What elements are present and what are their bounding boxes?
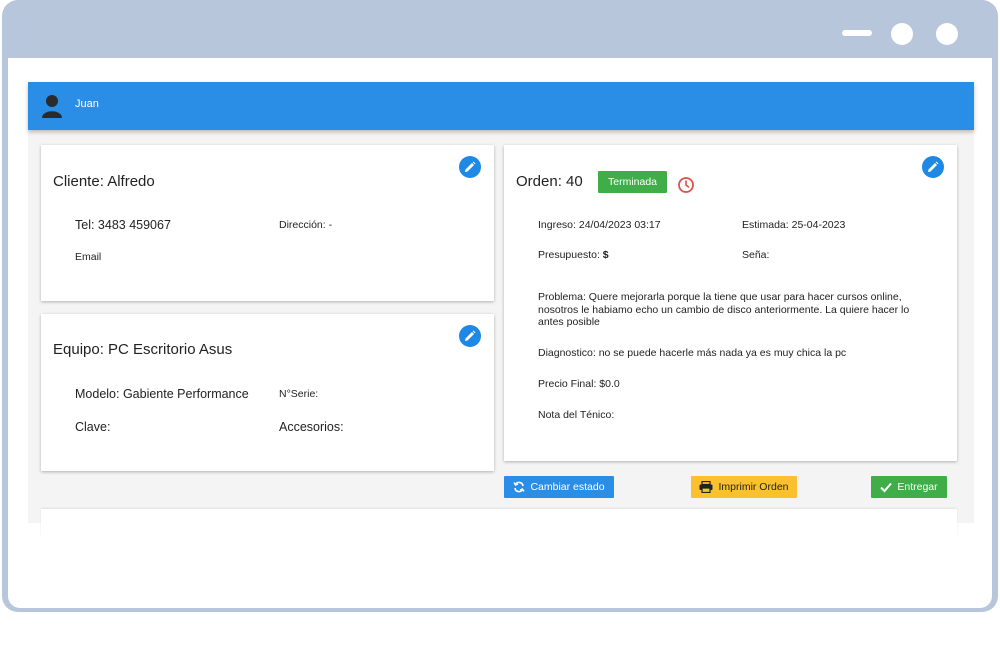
cliente-direccion: Dirección: - (279, 219, 333, 231)
user-name: Juan (75, 98, 99, 110)
pencil-icon (465, 161, 476, 172)
pencil-icon (928, 161, 939, 172)
printer-icon (699, 481, 713, 493)
equipo-serie: N°Serie: (279, 388, 319, 400)
orden-diagnostico: Diagnostico: no se puede hacerle más nad… (538, 347, 847, 359)
imprimir-orden-label: Imprimir Orden (718, 481, 789, 493)
orden-precio-final: Precio Final: $0.0 (538, 378, 620, 390)
presupuesto-value: $ (602, 249, 609, 261)
orden-sena: Seña: (742, 249, 770, 261)
orden-ingreso: Ingreso: 24/04/2023 03:17 (538, 219, 661, 231)
minimize-icon[interactable] (842, 30, 872, 36)
cliente-tel: Tel: 3483 459067 (75, 218, 171, 232)
orden-nota-tecnico: Nota del Ténico: (538, 409, 615, 421)
refresh-icon (513, 481, 526, 493)
edit-cliente-button[interactable] (459, 156, 481, 178)
imprimir-orden-button[interactable]: Imprimir Orden (691, 476, 797, 498)
window-frame: Juan Cliente: Alfredo Tel: 3483 459067 D… (2, 0, 998, 612)
orden-estimada: Estimada: 25-04-2023 (742, 219, 846, 231)
orden-presupuesto: Presupuesto: $ (538, 249, 609, 261)
equipo-clave: Clave: (75, 420, 111, 434)
presupuesto-label: Presupuesto: (538, 249, 600, 261)
app-container: Juan Cliente: Alfredo Tel: 3483 459067 D… (28, 82, 974, 539)
pencil-icon (465, 330, 476, 341)
window-content: Juan Cliente: Alfredo Tel: 3483 459067 D… (8, 58, 992, 608)
maximize-icon[interactable] (891, 23, 913, 45)
cambiar-estado-label: Cambiar estado (530, 481, 605, 493)
entregar-button[interactable]: Entregar (871, 476, 947, 498)
edit-orden-button[interactable] (922, 156, 944, 178)
cliente-title: Cliente: Alfredo (53, 173, 155, 190)
close-icon[interactable] (936, 23, 958, 45)
user-icon (42, 95, 62, 118)
cliente-card: Cliente: Alfredo Tel: 3483 459067 Direcc… (41, 145, 494, 301)
equipo-modelo: Modelo: Gabiente Performance (75, 387, 249, 401)
orden-card: Orden: 40 Terminada Ingreso: 24/04/2023 … (504, 145, 957, 461)
entregar-label: Entregar (897, 481, 938, 493)
status-badge: Terminada (598, 171, 667, 193)
orden-problema: Problema: Quere mejorarla porque la tien… (538, 291, 910, 328)
app-header: Juan (28, 82, 974, 130)
cambiar-estado-button[interactable]: Cambiar estado (504, 476, 614, 498)
edit-equipo-button[interactable] (459, 325, 481, 347)
orden-title: Orden: 40 (516, 173, 583, 190)
check-icon (880, 482, 893, 493)
equipo-accesorios: Accesorios: (279, 420, 344, 434)
equipo-title: Equipo: PC Escritorio Asus (53, 341, 233, 358)
equipo-card: Equipo: PC Escritorio Asus Modelo: Gabie… (41, 314, 494, 471)
history-card (41, 509, 957, 539)
clock-icon (678, 177, 694, 193)
cliente-email: Email (75, 251, 102, 263)
